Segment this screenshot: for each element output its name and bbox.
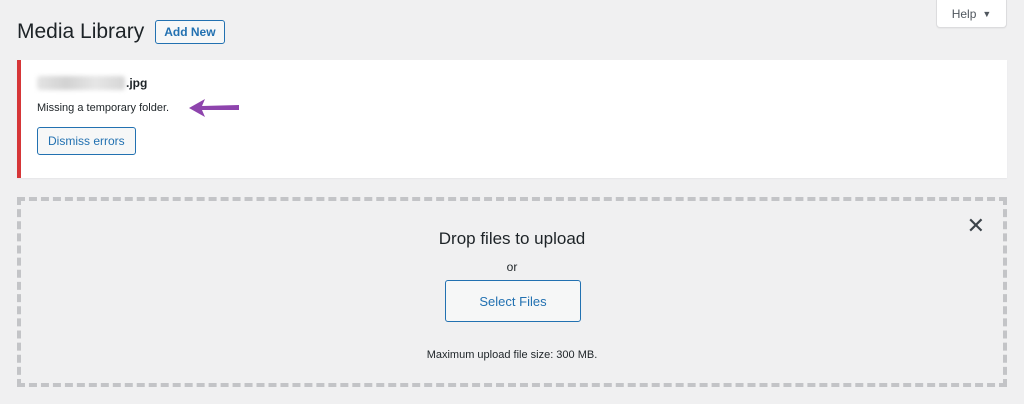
help-tab-button[interactable]: Help ▼ [936, 0, 1007, 28]
page-header: Media Library Add New [17, 19, 225, 45]
page-title: Media Library [17, 20, 145, 43]
select-files-button[interactable]: Select Files [445, 280, 581, 322]
error-message: Missing a temporary folder. [37, 102, 170, 114]
drop-files-title: Drop files to upload [438, 229, 586, 248]
file-extension: .jpg [126, 76, 148, 90]
add-new-button[interactable]: Add New [155, 20, 225, 44]
error-file-name: .jpg [37, 76, 147, 90]
upload-dropzone[interactable]: ✕ Drop files to upload or Select Files M… [17, 197, 1007, 387]
redacted-filename [37, 76, 125, 90]
upload-error-notice: .jpg Missing a temporary folder. Dismiss… [17, 60, 1007, 178]
annotation-arrow-icon [189, 99, 239, 117]
help-label: Help [951, 6, 977, 21]
or-separator: or [506, 260, 518, 274]
caret-down-icon: ▼ [982, 8, 992, 19]
dismiss-errors-button[interactable]: Dismiss errors [37, 127, 136, 155]
max-upload-size: Maximum upload file size: 300 MB. [426, 349, 598, 361]
